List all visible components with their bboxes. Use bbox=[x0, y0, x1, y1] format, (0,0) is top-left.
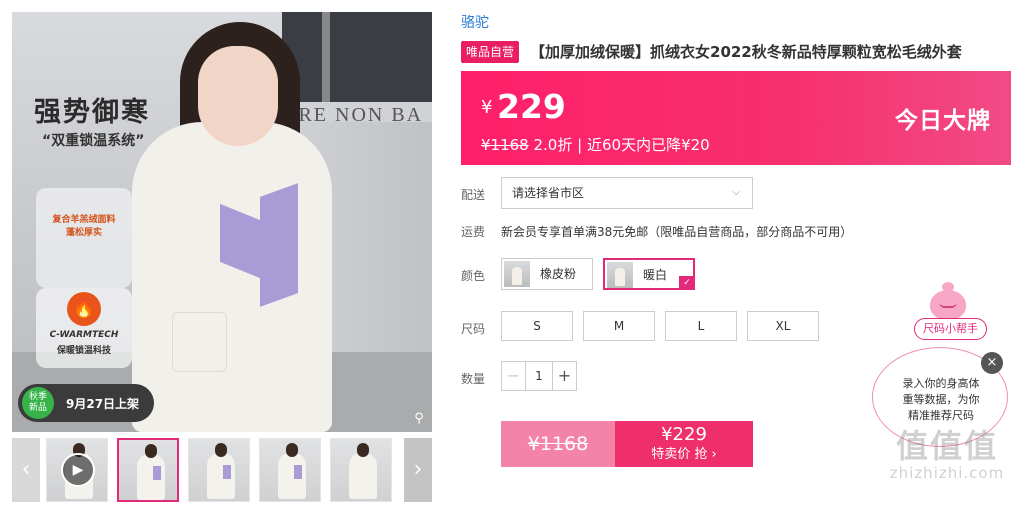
fire-icon: 🔥 bbox=[67, 292, 101, 326]
size-helper-line2: 重等数据，为你 bbox=[902, 393, 980, 406]
size-helper-line3: 精准推荐尺码 bbox=[908, 409, 974, 422]
price-drop-note: 近60天内已降¥20 bbox=[586, 136, 710, 154]
size-option-m[interactable]: M bbox=[583, 311, 655, 341]
launch-date-pill: 秋季 新品 9月27日上架 bbox=[18, 384, 154, 422]
fabric-feature-line1: 复合羊羔绒面料 bbox=[52, 215, 116, 225]
warmtech-desc: 保暖锁温科技 bbox=[56, 346, 111, 356]
thumbnail-stripe bbox=[294, 465, 302, 479]
size-option-l[interactable]: L bbox=[665, 311, 737, 341]
quantity-stepper: − 1 + bbox=[501, 361, 577, 391]
product-title: 【加厚加绒保暖】抓绒衣女2022秋冬新品特厚颗粒宽松毛绒外套 bbox=[530, 43, 962, 61]
fabric-feature-text: 复合羊羔绒面料 蓬松厚实 bbox=[44, 214, 124, 240]
thumbnail[interactable] bbox=[259, 438, 321, 502]
price-banner: ¥ 229 ¥1168 2.0折 | 近60天内已降¥20 今日大牌 bbox=[461, 71, 1011, 165]
thumbnail[interactable] bbox=[330, 438, 392, 502]
buy-original-price: ¥1168 bbox=[501, 421, 615, 467]
self-operated-badge: 唯品自营 bbox=[461, 41, 520, 63]
thumbnail-stripe bbox=[223, 465, 231, 479]
search-icon[interactable]: ⚲ bbox=[410, 410, 428, 428]
region-select-placeholder: 请选择省市区 bbox=[512, 186, 585, 200]
thumbnail-stripe bbox=[153, 466, 161, 480]
brand-link[interactable]: 骆驼 bbox=[461, 12, 489, 32]
background-window bbox=[282, 12, 432, 102]
size-label: 尺码 bbox=[461, 322, 486, 336]
model-face bbox=[198, 46, 278, 146]
buy-cta-label: 特卖价 抢 › bbox=[651, 447, 717, 462]
warmtech-brand: C-WARMTECH bbox=[49, 330, 119, 340]
quantity-label: 数量 bbox=[461, 372, 486, 386]
mascot-icon[interactable] bbox=[930, 282, 966, 320]
product-main-image[interactable]: ARE NON BA 强势御寒 “双重锁温系统” 复合羊羔绒面料 蓬松厚实 🔥 … bbox=[12, 12, 432, 432]
fabric-feature-card: 复合羊羔绒面料 蓬松厚实 bbox=[36, 188, 132, 288]
increment-button[interactable]: + bbox=[552, 362, 576, 390]
region-select[interactable]: 请选择省市区 ⌵ bbox=[501, 177, 753, 209]
promo-headline: 强势御寒 bbox=[34, 97, 150, 128]
color-option-label: 暖白 bbox=[643, 268, 668, 282]
thumbnail-selected[interactable] bbox=[117, 438, 179, 502]
discount-rate: 2.0折 bbox=[533, 136, 573, 154]
season-badge-line1: 秋季 bbox=[28, 392, 47, 402]
color-swatch bbox=[607, 262, 633, 288]
current-price: 229 bbox=[497, 87, 566, 126]
today-brand-label: 今日大牌 bbox=[895, 108, 991, 134]
check-icon: ✓ bbox=[679, 276, 695, 290]
shipping-text: 新会员专享首单满38元免邮（限唯品自营商品，部分商品不可用） bbox=[501, 225, 853, 239]
watermark-url: zhizhizhi.com bbox=[889, 464, 1005, 482]
model-coat bbox=[132, 122, 332, 432]
size-helper-line1: 录入你的身高体 bbox=[902, 377, 980, 390]
launch-date-text: 9月27日上架 bbox=[66, 397, 140, 411]
price-separator: | bbox=[577, 136, 583, 154]
chevron-right-icon[interactable]: › bbox=[404, 438, 432, 502]
thumbnail[interactable] bbox=[188, 438, 250, 502]
original-price: ¥1168 bbox=[481, 136, 529, 154]
thumbnail-figure bbox=[349, 443, 377, 499]
delivery-label: 配送 bbox=[461, 188, 486, 202]
color-label: 颜色 bbox=[461, 269, 486, 283]
fabric-feature-line2: 蓬松厚实 bbox=[65, 228, 102, 238]
buy-area: ¥1168 ¥229 特卖价 抢 › bbox=[501, 421, 753, 467]
buy-now-button[interactable]: ¥229 特卖价 抢 › bbox=[615, 421, 753, 467]
price-currency: ¥ bbox=[481, 97, 493, 118]
coat-pocket bbox=[172, 312, 227, 372]
play-icon[interactable]: ▶ bbox=[61, 453, 95, 487]
thumbnail-strip: ‹ ▶ › bbox=[12, 438, 432, 502]
size-helper-label[interactable]: 尺码小帮手 bbox=[914, 318, 987, 340]
watermark: 值值值 zhizhizhi.com bbox=[872, 428, 1022, 482]
warmtech-card: 🔥 C-WARMTECH 保暖锁温科技 bbox=[36, 288, 132, 368]
color-option-label: 橡皮粉 bbox=[540, 267, 577, 281]
season-new-badge: 秋季 新品 bbox=[22, 387, 54, 419]
size-option-xl[interactable]: XL bbox=[747, 311, 819, 341]
thumbnail-video[interactable]: ▶ bbox=[46, 438, 108, 502]
promo-subheadline: “双重锁温系统” bbox=[42, 133, 145, 149]
color-option-warm-white[interactable]: 暖白 ✓ bbox=[603, 258, 695, 290]
chevron-left-icon[interactable]: ‹ bbox=[12, 438, 40, 502]
watermark-logo: 值值值 bbox=[895, 427, 998, 465]
close-icon[interactable]: × bbox=[981, 352, 1003, 374]
color-option-pink[interactable]: 橡皮粉 bbox=[501, 258, 593, 290]
price-details: ¥1168 2.0折 | 近60天内已降¥20 bbox=[481, 134, 710, 155]
size-helper-text: 录入你的身高体 重等数据，为你 精准推荐尺码 bbox=[893, 376, 989, 424]
shipping-label: 运费 bbox=[461, 225, 486, 239]
size-option-s[interactable]: S bbox=[501, 311, 573, 341]
color-swatch bbox=[504, 261, 530, 287]
buy-price: ¥229 bbox=[661, 424, 707, 445]
chevron-down-icon: ⌵ bbox=[732, 187, 740, 198]
decrement-button[interactable]: − bbox=[502, 362, 526, 390]
season-badge-line2: 新品 bbox=[28, 403, 47, 413]
quantity-input[interactable]: 1 bbox=[526, 362, 552, 390]
coat-stripe-right bbox=[260, 183, 298, 307]
